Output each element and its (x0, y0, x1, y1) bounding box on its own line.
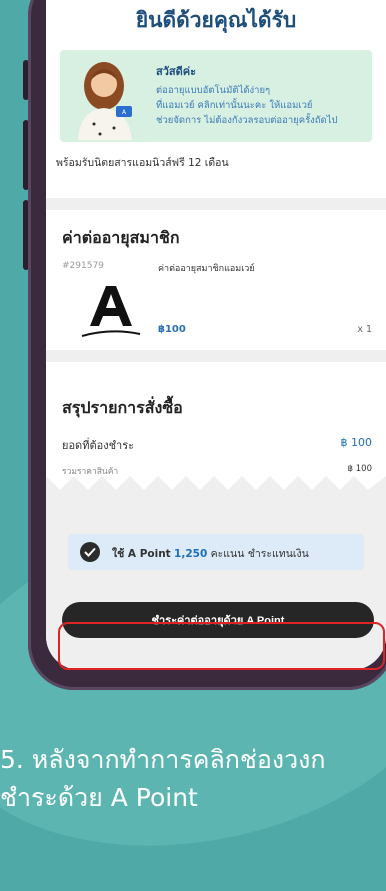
magazine-text: พร้อมรับนิตยสารแอมนิวส์ฟรี 12 เดือน (56, 157, 229, 169)
membership-section-title: ค่าต่ออายุสมาชิก (62, 228, 180, 247)
item-price: ฿100 (158, 324, 186, 335)
woman-avatar-icon: A (78, 62, 132, 140)
apoint-prefix: ใช้ A Point (112, 548, 171, 560)
phone-screen: ยินดีด้วยคุณได้รับ A สวัสดีค่ะ ต่ออายุแบ… (46, 0, 386, 670)
item-quantity: x 1 (357, 324, 372, 335)
banner-line: ต่ออายุแบบอัตโนมัติได้ง่ายๆ (156, 85, 271, 96)
item-name: ค่าต่ออายุสมาชิกแอมเวย์ (158, 264, 255, 274)
apoint-suffix: คะแนน ชำระแทนเงิน (210, 548, 309, 560)
promo-banner: A สวัสดีค่ะ ต่ออายุแบบอัตโนมัติได้ง่ายๆ … (60, 50, 372, 142)
order-number: #291579 (62, 261, 104, 271)
banner-line: ช่วยจัดการ ไม่ต้องกังวลรอบต่ออายุครั้งถั… (156, 115, 338, 126)
apoint-points: 1,250 (174, 548, 208, 560)
check-circle-icon[interactable] (80, 542, 100, 562)
banner-text: สวัสดีค่ะ ต่ออายุแบบอัตโนมัติได้ง่ายๆ ที… (156, 62, 366, 128)
divider (46, 198, 386, 210)
caption-line: 5. หลังจากทำการคลิกช่องวงก (0, 745, 326, 774)
page-title: ยินดีด้วยคุณได้รับ (135, 8, 297, 32)
total-value: ฿ 100 (340, 436, 373, 449)
total-label: ยอดที่ต้องชำระ (62, 439, 135, 452)
receipt-edge (46, 476, 386, 496)
caption-line: ชำระด้วย A Point (0, 783, 198, 812)
banner-greeting: สวัสดีค่ะ (156, 65, 197, 78)
apoint-text: ใช้ A Point 1,250 คะแนน ชำระแทนเงิน (112, 545, 309, 562)
banner-line: ที่แอมเวย์ คลิกเท่านั้นนะคะ ให้แอมเวย์ (156, 100, 313, 111)
amway-logo-icon (81, 286, 141, 337)
summary-section-title: สรุปรายการสั่งซื้อ (62, 398, 183, 417)
highlight-box (58, 622, 385, 670)
divider (46, 350, 386, 362)
apoint-option[interactable]: ใช้ A Point 1,250 คะแนน ชำระแทนเงิน (68, 534, 364, 570)
